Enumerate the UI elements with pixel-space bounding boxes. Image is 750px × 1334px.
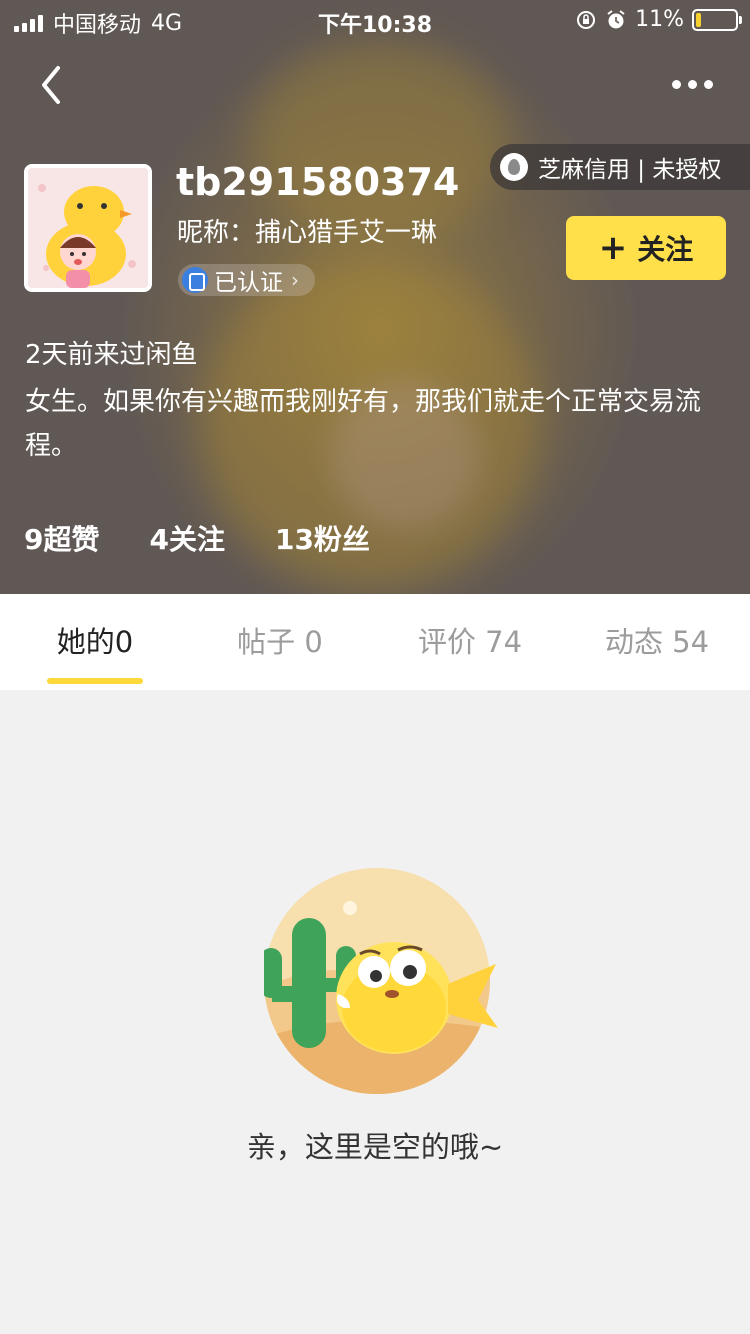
last-seen: 2天前来过闲鱼 <box>25 340 198 370</box>
empty-message: 亲，这里是空的哦~ <box>246 1130 504 1164</box>
empty-illustration <box>260 868 498 1094</box>
chevron-left-icon <box>42 66 60 104</box>
battery-icon <box>692 8 742 31</box>
credit-badge[interactable]: 芝麻信用 | 未授权 <box>490 144 750 190</box>
credit-label: 芝麻信用 | 未授权 <box>538 157 722 183</box>
more-button[interactable] <box>672 70 722 98</box>
nickname: 昵称：捕心猎手艾一琳 <box>177 218 438 248</box>
tab-bar: 她的0 帖子 0 评价 74 动态 54 <box>0 594 750 690</box>
avatar[interactable] <box>24 164 152 292</box>
status-bar: 中国移动 4G 下午10:38 11% <box>0 0 750 40</box>
verified-badge[interactable]: 已认证 › <box>178 264 315 296</box>
more-dots-icon <box>672 79 681 89</box>
likes-stat[interactable]: 9超赞 <box>24 518 99 558</box>
tab-activity[interactable]: 动态 54 <box>562 594 750 690</box>
plus-icon: + <box>598 228 628 268</box>
following-stat[interactable]: 4关注 <box>149 518 224 558</box>
back-button[interactable] <box>30 60 74 110</box>
battery-percent: 11% <box>635 7 684 32</box>
alarm-icon <box>607 9 625 28</box>
tab-reviews[interactable]: 评价 74 <box>375 594 565 690</box>
tab-indicator <box>47 678 143 684</box>
sesame-credit-icon <box>500 153 528 181</box>
username: tb291580374 <box>176 160 460 204</box>
follow-button[interactable]: + 关注 <box>566 216 726 280</box>
stats-row: 9超赞 4关注 13粉丝 <box>24 518 370 558</box>
bio: 女生。如果你有兴趣而我刚好有，那我们就走个正常交易流程。 <box>25 387 702 461</box>
tab-hers[interactable]: 她的0 <box>0 594 190 690</box>
avatar-image <box>28 168 148 288</box>
follow-label: 关注 <box>637 233 694 266</box>
followers-stat[interactable]: 13粉丝 <box>275 518 370 558</box>
verified-icon <box>182 267 208 293</box>
profile-header <box>0 0 750 594</box>
tab-posts[interactable]: 帖子 0 <box>185 594 375 690</box>
chevron-right-icon: › <box>291 268 299 292</box>
verified-label: 已认证 <box>214 270 283 296</box>
rotation-lock-icon <box>577 10 596 29</box>
